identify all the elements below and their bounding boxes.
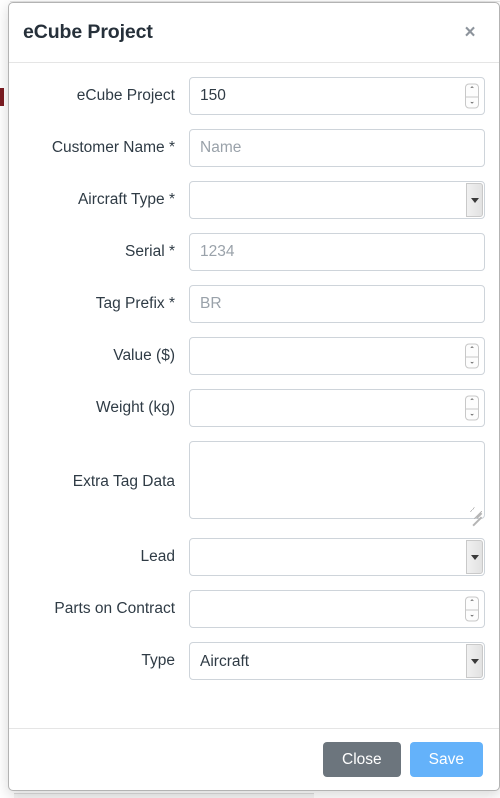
select-type[interactable]: Aircraft [189,642,485,680]
label-ecube-project: eCube Project [76,86,175,104]
field-wrap-value-dollars: ⌃ ⌄ [189,337,485,375]
spinner-value-dollars[interactable]: ⌃ ⌄ [465,343,479,369]
form-row-aircraft-type: Aircraft Type * [9,181,499,219]
textarea-extra-tag-data[interactable] [189,441,485,519]
background-accent-sliver [0,88,4,106]
field-wrap-aircraft-type [189,181,485,219]
select-aircraft-type[interactable] [189,181,485,219]
input-parts-on-contract[interactable] [189,590,485,628]
ecube-project-modal: eCube Project × eCube Project⌃⌄Customer … [8,2,500,791]
close-icon[interactable]: × [457,20,483,46]
input-customer-name[interactable] [189,129,485,167]
spinner-down-icon[interactable]: ⌄ [465,96,479,109]
form-row-lead: Lead [9,538,499,576]
label-lead: Lead [140,547,175,565]
input-weight-kg[interactable] [189,389,485,427]
spinner-down-icon[interactable]: ⌄ [465,609,479,622]
field-wrap-serial [189,233,485,271]
label-parts-on-contract: Parts on Contract [54,599,175,617]
field-wrap-type: Aircraft [189,642,485,680]
label-weight-kg: Weight (kg) [96,398,175,416]
field-wrap-weight-kg: ⌃ ⌄ [189,389,485,427]
modal-header: eCube Project × [9,3,499,63]
form-row-ecube-project: eCube Project ⌃⌄ [9,77,499,115]
spinner-down-icon[interactable]: ⌄ [465,408,479,421]
form-row-parts-on-contract: Parts on Contract ⌃ ⌄ [9,590,499,628]
spinner-parts-on-contract[interactable]: ⌃ ⌄ [465,596,479,622]
field-wrap-extra-tag-data [189,441,485,524]
spinner-ecube-project[interactable]: ⌃ ⌄ [465,83,479,109]
label-serial: Serial * [125,242,175,260]
field-wrap-lead [189,538,485,576]
label-tag-prefix: Tag Prefix * [95,294,175,312]
spinner-weight-kg[interactable]: ⌃ ⌄ [465,395,479,421]
spinner-up-icon[interactable]: ⌃ [465,596,479,609]
page-title: eCube Project [23,21,153,43]
close-button[interactable]: Close [323,741,401,778]
label-extra-tag-data: Extra Tag Data [72,473,175,491]
select-lead[interactable] [189,538,485,576]
spinner-up-icon[interactable]: ⌃ [465,83,479,96]
label-type: Type [141,651,175,669]
background-bottom-row [14,793,314,798]
form-row-serial: Serial * [9,233,499,271]
form-row-customer-name: Customer Name * [9,129,499,167]
modal-body: eCube Project⌃⌄Customer Name *Aircraft T… [9,63,499,728]
field-wrap-tag-prefix [189,285,485,323]
form-row-type: Type Aircraft [9,642,499,680]
form-row-tag-prefix: Tag Prefix * [9,285,499,323]
field-wrap-ecube-project: ⌃⌄ [189,77,485,115]
form-row-weight-kg: Weight (kg) ⌃ ⌄ [9,389,499,427]
label-aircraft-type: Aircraft Type * [77,190,175,208]
input-value-dollars[interactable] [189,337,485,375]
field-wrap-parts-on-contract: ⌃ ⌄ [189,590,485,628]
spinner-up-icon[interactable]: ⌃ [465,395,479,408]
input-ecube-project[interactable] [189,77,485,115]
modal-footer: Close Save [9,728,499,790]
field-wrap-customer-name [189,129,485,167]
label-customer-name: Customer Name * [51,138,175,156]
input-tag-prefix[interactable] [189,285,485,323]
label-value-dollars: Value ($) [113,346,175,364]
spinner-down-icon[interactable]: ⌄ [465,356,479,369]
save-button[interactable]: Save [409,741,483,778]
spinner-up-icon[interactable]: ⌃ [465,343,479,356]
input-serial[interactable] [189,233,485,271]
form-row-value-dollars: Value ($) ⌃ ⌄ [9,337,499,375]
form-row-extra-tag-data: Extra Tag Data [9,441,499,524]
